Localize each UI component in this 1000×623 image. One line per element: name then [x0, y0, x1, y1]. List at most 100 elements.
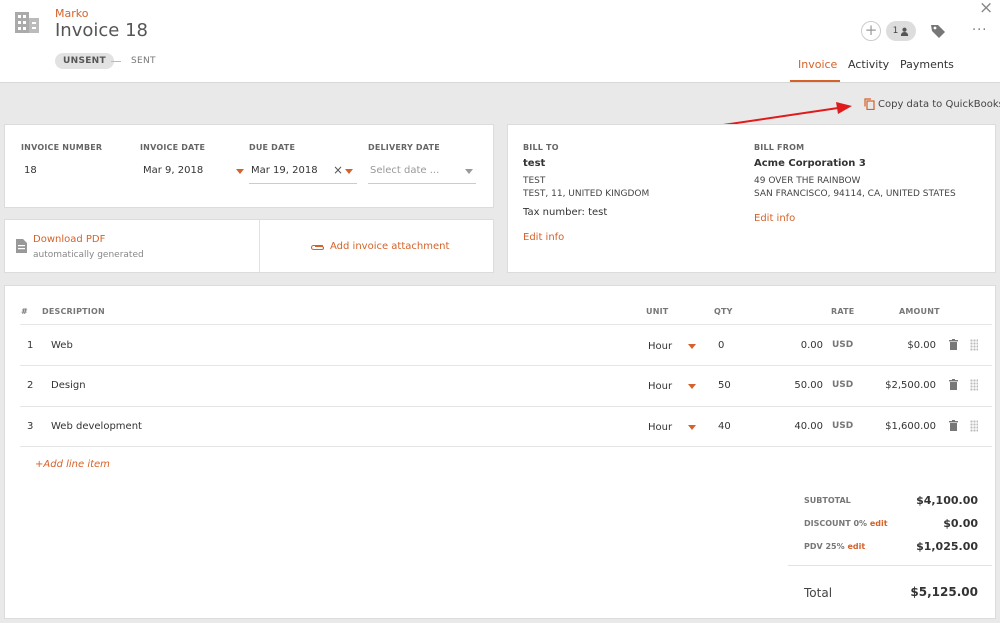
trash-icon[interactable] [949, 339, 958, 350]
tab-invoice[interactable]: Invoice [798, 58, 837, 71]
delivery-date-field[interactable]: Select date ... [370, 165, 439, 176]
client-name[interactable]: Marko [55, 7, 88, 20]
delivery-date-underline [368, 183, 476, 184]
document-icon [16, 239, 27, 253]
row-description[interactable]: Web [51, 340, 73, 351]
tag-icon[interactable] [930, 23, 946, 39]
drag-handle-icon[interactable] [970, 379, 978, 391]
row-divider [20, 406, 992, 407]
row-amount: $1,600.00 [885, 421, 936, 432]
drag-handle-icon[interactable] [970, 339, 978, 351]
bill-to-line2: TEST, 11, UNITED KINGDOM [523, 189, 650, 199]
tax-label-text: PDV 25% [804, 542, 845, 551]
add-collaborator-button[interactable]: + [861, 21, 881, 41]
bill-to-edit-link[interactable]: Edit info [523, 232, 564, 243]
column-header-qty: QTY [714, 307, 733, 316]
drag-handle-icon[interactable] [970, 420, 978, 432]
active-tab-indicator [790, 80, 840, 82]
row-number: 3 [27, 421, 34, 432]
row-number: 1 [27, 340, 34, 351]
discount-label-text: DISCOUNT 0% [804, 519, 868, 528]
bill-to-name: test [523, 158, 546, 169]
subtotal-label: SUBTOTAL [804, 496, 851, 505]
row-rate[interactable]: 50.00 [770, 380, 823, 391]
row-qty[interactable]: 50 [718, 380, 731, 391]
trash-icon[interactable] [949, 420, 958, 431]
invoice-details-card: INVOICE NUMBER 18 INVOICE DATE Mar 9, 20… [4, 124, 494, 208]
close-icon[interactable]: × [979, 0, 993, 18]
person-icon [901, 27, 909, 36]
row-description[interactable]: Web development [51, 421, 142, 432]
download-pdf-link[interactable]: Download PDF [33, 234, 105, 245]
bill-from-line2: SAN FRANCISCO, 94114, CA, UNITED STATES [754, 189, 956, 199]
pdf-generated-note: automatically generated [33, 250, 144, 260]
tax-edit-link[interactable]: edit [847, 542, 865, 551]
tax-label: PDV 25% edit [804, 542, 865, 551]
delivery-date-label: DELIVERY DATE [368, 143, 440, 152]
bill-to-line1: TEST [523, 176, 546, 186]
row-unit[interactable]: Hour [648, 422, 672, 433]
quickbooks-label: Copy data to QuickBooks [878, 98, 1000, 110]
row-description[interactable]: Design [51, 380, 86, 391]
row-qty[interactable]: 0 [718, 340, 724, 351]
clear-due-date-icon[interactable]: × [333, 163, 343, 177]
collaborator-count: 1 [892, 26, 899, 36]
add-attachment-button[interactable]: Add invoice attachment [310, 241, 449, 252]
tab-activity[interactable]: Activity [848, 58, 889, 71]
row-unit[interactable]: Hour [648, 341, 672, 352]
status-unsent[interactable]: UNSENT [55, 53, 114, 69]
page-title: Invoice 18 [55, 20, 148, 41]
line-items-card: # DESCRIPTION UNIT QTY RATE AMOUNT [4, 285, 996, 619]
totals-divider [788, 565, 992, 566]
status-sent[interactable]: SENT [131, 56, 156, 66]
subtotal-value: $4,100.00 [916, 494, 978, 507]
building-icon [15, 12, 39, 33]
discount-edit-link[interactable]: edit [870, 519, 888, 528]
bill-from-line1: 49 OVER THE RAINBOW [754, 176, 861, 186]
row-rate[interactable]: 40.00 [770, 421, 823, 432]
invoice-header: Marko Invoice 18 UNSENT SENT × + 1 ··· I… [0, 0, 1000, 83]
row-amount: $2,500.00 [885, 380, 936, 391]
column-header-unit: UNIT [646, 307, 669, 316]
pdf-card: Download PDF automatically generated Add… [4, 219, 494, 273]
row-qty[interactable]: 40 [718, 421, 731, 432]
invoice-number-field[interactable]: 18 [24, 165, 37, 176]
delivery-date-dropdown-icon[interactable] [465, 169, 473, 174]
pdf-divider [259, 220, 260, 272]
trash-icon[interactable] [949, 379, 958, 390]
copy-icon [864, 98, 875, 110]
row-number: 2 [27, 380, 34, 391]
due-date-field[interactable]: Mar 19, 2018 [251, 165, 318, 176]
unit-dropdown-icon[interactable] [688, 344, 696, 349]
bill-from-edit-link[interactable]: Edit info [754, 213, 795, 224]
invoice-number-label: INVOICE NUMBER [21, 143, 103, 152]
row-amount: $0.00 [907, 340, 936, 351]
row-rate[interactable]: 0.00 [770, 340, 823, 351]
column-header-description: DESCRIPTION [42, 307, 105, 316]
add-attachment-label: Add invoice attachment [330, 241, 450, 252]
column-header-number: # [21, 307, 28, 316]
invoice-date-field[interactable]: Mar 9, 2018 [143, 165, 203, 176]
column-header-rate: RATE [831, 307, 855, 316]
bill-from-label: BILL FROM [754, 143, 805, 152]
bill-from-name: Acme Corporation 3 [754, 158, 866, 169]
unit-dropdown-icon[interactable] [688, 384, 696, 389]
due-date-dropdown-icon[interactable] [345, 169, 353, 174]
row-unit[interactable]: Hour [648, 381, 672, 392]
total-label: Total [804, 586, 833, 600]
collaborators-button[interactable]: 1 [886, 21, 916, 41]
copy-to-quickbooks-button[interactable]: Copy data to QuickBooks [864, 98, 1000, 110]
invoice-date-dropdown-icon[interactable] [236, 169, 244, 174]
status-connector [111, 61, 121, 62]
discount-label: DISCOUNT 0% edit [804, 519, 888, 528]
discount-value: $0.00 [943, 517, 978, 530]
billing-card: BILL TO test TEST TEST, 11, UNITED KINGD… [507, 124, 996, 273]
add-line-item-link[interactable]: +Add line item [35, 459, 110, 470]
total-value: $5,125.00 [910, 585, 978, 599]
unit-dropdown-icon[interactable] [688, 425, 696, 430]
more-options-icon[interactable]: ··· [972, 23, 987, 38]
row-divider [20, 446, 992, 447]
bill-to-tax-number: Tax number: test [523, 207, 608, 218]
tab-payments[interactable]: Payments [900, 58, 954, 71]
bill-to-label: BILL TO [523, 143, 559, 152]
